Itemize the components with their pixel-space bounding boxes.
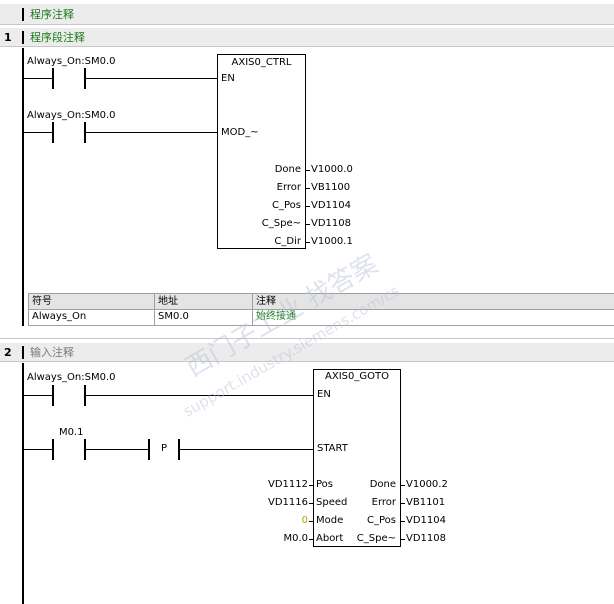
network-1-contact-1-label: Always_On:SM0.0 xyxy=(27,56,116,67)
network-2-contact-1-label: Always_On:SM0.0 xyxy=(27,372,116,383)
network-1-header[interactable] xyxy=(0,28,614,47)
axis0-ctrl-out-value[interactable]: V1000.1 xyxy=(311,236,353,248)
axis0-goto-out-pin: Error xyxy=(371,497,396,508)
symbol-table-header-symbol[interactable]: 符号 xyxy=(29,295,52,309)
network-2-contact-2[interactable] xyxy=(52,439,54,460)
network-1-contact-2[interactable] xyxy=(52,122,54,143)
axis0-goto-out-value[interactable]: VD1108 xyxy=(406,533,446,545)
network-2-contact-1[interactable] xyxy=(52,385,54,406)
program-comment[interactable]: 程序注释 xyxy=(30,9,74,21)
axis0-ctrl-out-value[interactable]: VD1108 xyxy=(311,218,351,230)
axis0-goto-in-pin: Abort xyxy=(316,533,344,544)
network-2-power-rail xyxy=(22,363,24,604)
axis0-ctrl-out-value[interactable]: VB1100 xyxy=(311,182,350,194)
axis0-goto-in-pin: Mode xyxy=(316,515,344,526)
axis0-ctrl-en-pin: EN xyxy=(221,73,235,84)
program-comment-marker xyxy=(22,8,24,21)
axis0-goto-in-value[interactable]: M0.0 xyxy=(283,533,308,545)
axis0-goto-out-pin: C_Pos xyxy=(367,515,396,526)
network-1-contact-2-label: Always_On:SM0.0 xyxy=(27,110,116,121)
axis0-goto-start-pin: START xyxy=(317,443,348,454)
axis0-ctrl-title: AXIS0_CTRL xyxy=(231,57,292,68)
network-2-comment-marker xyxy=(22,346,24,359)
axis0-ctrl-out-pin: C_Pos xyxy=(272,200,301,211)
network-2-comment[interactable]: 输入注释 xyxy=(30,347,74,359)
axis0-ctrl-out-value[interactable]: VD1104 xyxy=(311,200,351,212)
axis0-goto-in-value[interactable]: VD1116 xyxy=(268,497,308,509)
network-1-number: 1 xyxy=(4,31,12,44)
axis0-goto-out-pin: C_Spe~ xyxy=(356,533,396,544)
network-1-power-rail xyxy=(22,48,24,326)
program-comment-header[interactable] xyxy=(0,4,614,25)
axis0-ctrl-out-pin: C_Dir xyxy=(274,236,301,247)
network-1-comment[interactable]: 程序段注释 xyxy=(30,32,85,44)
axis0-ctrl-mod-pin: MOD_~ xyxy=(221,127,259,138)
axis0-goto-en-pin: EN xyxy=(317,389,331,400)
axis0-ctrl-out-value[interactable]: V1000.0 xyxy=(311,164,353,176)
axis0-goto-in-value[interactable]: 0 xyxy=(302,515,308,527)
axis0-ctrl-out-pin: Error xyxy=(276,182,301,193)
axis0-ctrl-out-pin: Done xyxy=(274,164,301,175)
axis0-goto-in-pin: Pos xyxy=(316,479,334,490)
positive-transition-label: P xyxy=(161,443,168,454)
axis0-goto-title: AXIS0_GOTO xyxy=(325,371,389,382)
axis0-goto-out-value[interactable]: VB1101 xyxy=(406,497,445,509)
symbol-table-address[interactable]: SM0.0 xyxy=(155,310,189,324)
network-2-number: 2 xyxy=(4,346,12,359)
axis0-ctrl-out-pin: C_Spe~ xyxy=(261,218,301,229)
symbol-table-symbol[interactable]: Always_On xyxy=(29,310,86,324)
symbol-table-header-address[interactable]: 地址 xyxy=(155,295,178,309)
axis0-goto-out-value[interactable]: V1000.2 xyxy=(406,479,448,491)
positive-transition-contact[interactable] xyxy=(148,439,150,460)
network-1-comment-marker xyxy=(22,31,24,44)
axis0-goto-in-pin: Speed xyxy=(316,497,348,508)
network-1-contact-1[interactable] xyxy=(52,68,54,89)
axis0-goto-in-value[interactable]: VD1112 xyxy=(268,479,308,491)
axis0-goto-out-value[interactable]: VD1104 xyxy=(406,515,446,527)
axis0-goto-out-pin: Done xyxy=(369,479,396,490)
network-2-contact-2-label: M0.1 xyxy=(59,427,84,438)
